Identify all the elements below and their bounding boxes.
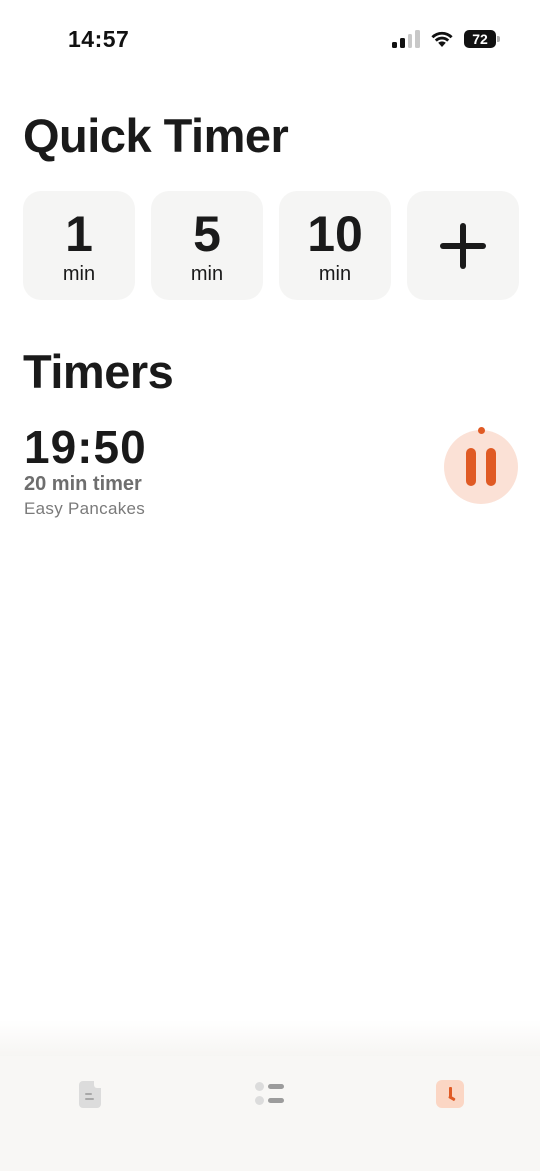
quick-timer-presets: 1 min 5 min 10 min: [23, 191, 519, 300]
clock-icon: [436, 1080, 464, 1108]
tab-bar-shadow: [0, 1020, 540, 1058]
battery-level: 72: [472, 31, 488, 47]
quick-timer-unit: min: [318, 263, 352, 285]
tab-recipes[interactable]: [65, 1074, 115, 1114]
tab-bar: [0, 1056, 540, 1171]
plus-icon: [440, 222, 486, 269]
timer-progress-indicator: [478, 427, 485, 434]
cellular-signal-icon: [392, 30, 420, 48]
timer-name: 20 min timer: [24, 473, 142, 495]
quick-timer-title: Quick Timer: [23, 109, 289, 162]
pause-icon: [466, 448, 496, 486]
add-custom-timer-button[interactable]: [407, 191, 519, 300]
timer-recipe-name: Easy Pancakes: [24, 499, 146, 518]
quick-timer-unit: min: [62, 263, 96, 285]
status-time: 14:57: [68, 26, 130, 52]
battery-cap: [497, 36, 500, 42]
timer-list-item[interactable]: 19:50 20 min timer Easy Pancakes: [0, 410, 540, 530]
tab-list[interactable]: [245, 1074, 295, 1114]
quick-timer-5-min-button[interactable]: 5 min: [151, 191, 263, 300]
quick-timer-value: 1: [65, 206, 93, 262]
wifi-icon: [431, 31, 453, 47]
list-icon: [255, 1082, 285, 1106]
quick-timer-10-min-button[interactable]: 10 min: [279, 191, 391, 300]
pause-timer-button[interactable]: [444, 427, 518, 504]
quick-timer-unit: min: [190, 263, 224, 285]
status-bar: 14:57 72: [0, 0, 540, 80]
quick-timer-1-min-button[interactable]: 1 min: [23, 191, 135, 300]
quick-timer-value: 10: [307, 206, 363, 262]
timers-title: Timers: [23, 345, 174, 398]
quick-timer-value: 5: [193, 206, 221, 262]
timer-remaining-time: 19:50: [24, 421, 147, 473]
status-icons: 72: [392, 30, 500, 48]
document-icon: [79, 1080, 101, 1108]
battery-icon: 72: [464, 30, 500, 48]
tab-timers[interactable]: [425, 1074, 475, 1114]
